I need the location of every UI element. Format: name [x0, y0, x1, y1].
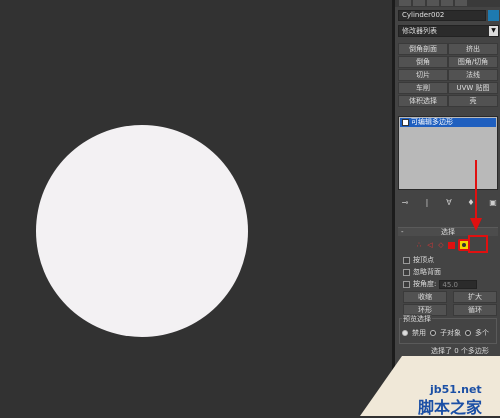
by-vertex-option[interactable]: 按顶点	[403, 255, 434, 265]
modifier-list-label: 修改器列表	[402, 27, 437, 35]
radio-multi[interactable]	[465, 330, 471, 336]
modifier-button[interactable]: 挤出	[448, 43, 498, 55]
command-panel: Cylinder002 修改器列表 ▼ 倒角剖面 挤出 倒角 图角/切角 切片 …	[395, 0, 500, 416]
radio-subobject-label: 子对象	[440, 329, 461, 337]
command-panel-tabs	[395, 0, 500, 7]
show-end-result-icon[interactable]: |	[422, 198, 432, 208]
remove-modifier-icon[interactable]: ♦	[466, 198, 476, 208]
modifier-button[interactable]: 壳	[448, 95, 498, 107]
stack-item-label: 可编辑多边形	[411, 118, 453, 126]
collapse-icon[interactable]: -	[401, 228, 404, 237]
polygon-icon[interactable]	[448, 241, 455, 249]
preview-selection-group: 预览选择 禁用 子对象 多个	[399, 314, 497, 344]
pin-stack-icon[interactable]: ⊸	[400, 198, 410, 208]
motion-tab-icon[interactable]	[441, 0, 453, 6]
stack-item-editable-poly[interactable]: 可编辑多边形	[400, 118, 496, 127]
loop-button[interactable]: 循环	[453, 304, 497, 316]
modify-tab-icon[interactable]	[413, 0, 425, 6]
edge-icon[interactable]: ◁	[426, 241, 434, 249]
modifier-button[interactable]: 切片	[398, 69, 448, 81]
modifier-stack[interactable]: 可编辑多边形	[398, 116, 498, 190]
modifier-buttons: 倒角剖面 挤出 倒角 图角/切角 切片 法线 车削 UVW 贴图 体积选择 壳	[398, 43, 498, 107]
by-angle-spinner[interactable]: 45.0	[439, 279, 478, 289]
display-tab-icon[interactable]	[455, 0, 467, 6]
modifier-button[interactable]: 体积选择	[398, 95, 448, 107]
stack-toolbar: ⊸ | ∀ ♦ ▣	[400, 196, 498, 210]
annotation-highlight-box	[468, 235, 488, 253]
border-icon[interactable]: ◇	[437, 241, 445, 249]
hierarchy-tab-icon[interactable]	[427, 0, 439, 6]
create-tab-icon[interactable]	[399, 0, 411, 6]
by-angle-checkbox[interactable]	[403, 280, 410, 288]
modifier-button[interactable]: 倒角剖面	[398, 43, 448, 55]
by-angle-option[interactable]: 按角度: 45.0	[403, 279, 478, 289]
preview-options: 禁用 子对象 多个	[402, 328, 489, 338]
ignore-backface-option[interactable]: 忽略背面	[403, 267, 441, 277]
modifier-list-dropdown[interactable]: 修改器列表 ▼	[398, 25, 499, 37]
cylinder-object[interactable]	[36, 125, 248, 337]
radio-subobject[interactable]	[430, 330, 436, 336]
by-vertex-label: 按顶点	[413, 256, 434, 264]
selection-status: 选择了 0 个多边形	[431, 347, 489, 355]
expand-icon[interactable]	[402, 119, 409, 126]
shrink-button[interactable]: 收缩	[403, 291, 447, 303]
ignore-backface-checkbox[interactable]	[403, 268, 410, 276]
radio-disabled-label: 禁用	[412, 329, 426, 337]
vertex-icon[interactable]: ∴	[415, 241, 423, 249]
make-unique-icon[interactable]: ∀	[444, 198, 454, 208]
radio-disabled[interactable]	[402, 330, 408, 336]
modifier-button[interactable]: 倒角	[398, 56, 448, 68]
shrink-grow-row: 收缩 扩大	[403, 291, 497, 303]
rollout-title: 选择	[441, 228, 455, 236]
modifier-button[interactable]: 法线	[448, 69, 498, 81]
grow-button[interactable]: 扩大	[453, 291, 497, 303]
configure-sets-icon[interactable]: ▣	[488, 198, 498, 208]
by-angle-label: 按角度:	[413, 280, 437, 288]
by-vertex-checkbox[interactable]	[403, 256, 410, 264]
viewport[interactable]	[0, 0, 392, 416]
object-name-field[interactable]: Cylinder002	[398, 10, 486, 21]
watermark-name: 脚本之家	[418, 398, 483, 417]
modifier-button[interactable]: 图角/切角	[448, 56, 498, 68]
modifier-button[interactable]: UVW 贴图	[448, 82, 498, 94]
modifier-button[interactable]: 车削	[398, 82, 448, 94]
ignore-backface-label: 忽略背面	[413, 268, 441, 276]
chevron-down-icon[interactable]: ▼	[489, 26, 498, 36]
preview-selection-label: 预览选择	[402, 314, 432, 324]
object-color-swatch[interactable]	[488, 10, 499, 21]
radio-multi-label: 多个	[475, 329, 489, 337]
